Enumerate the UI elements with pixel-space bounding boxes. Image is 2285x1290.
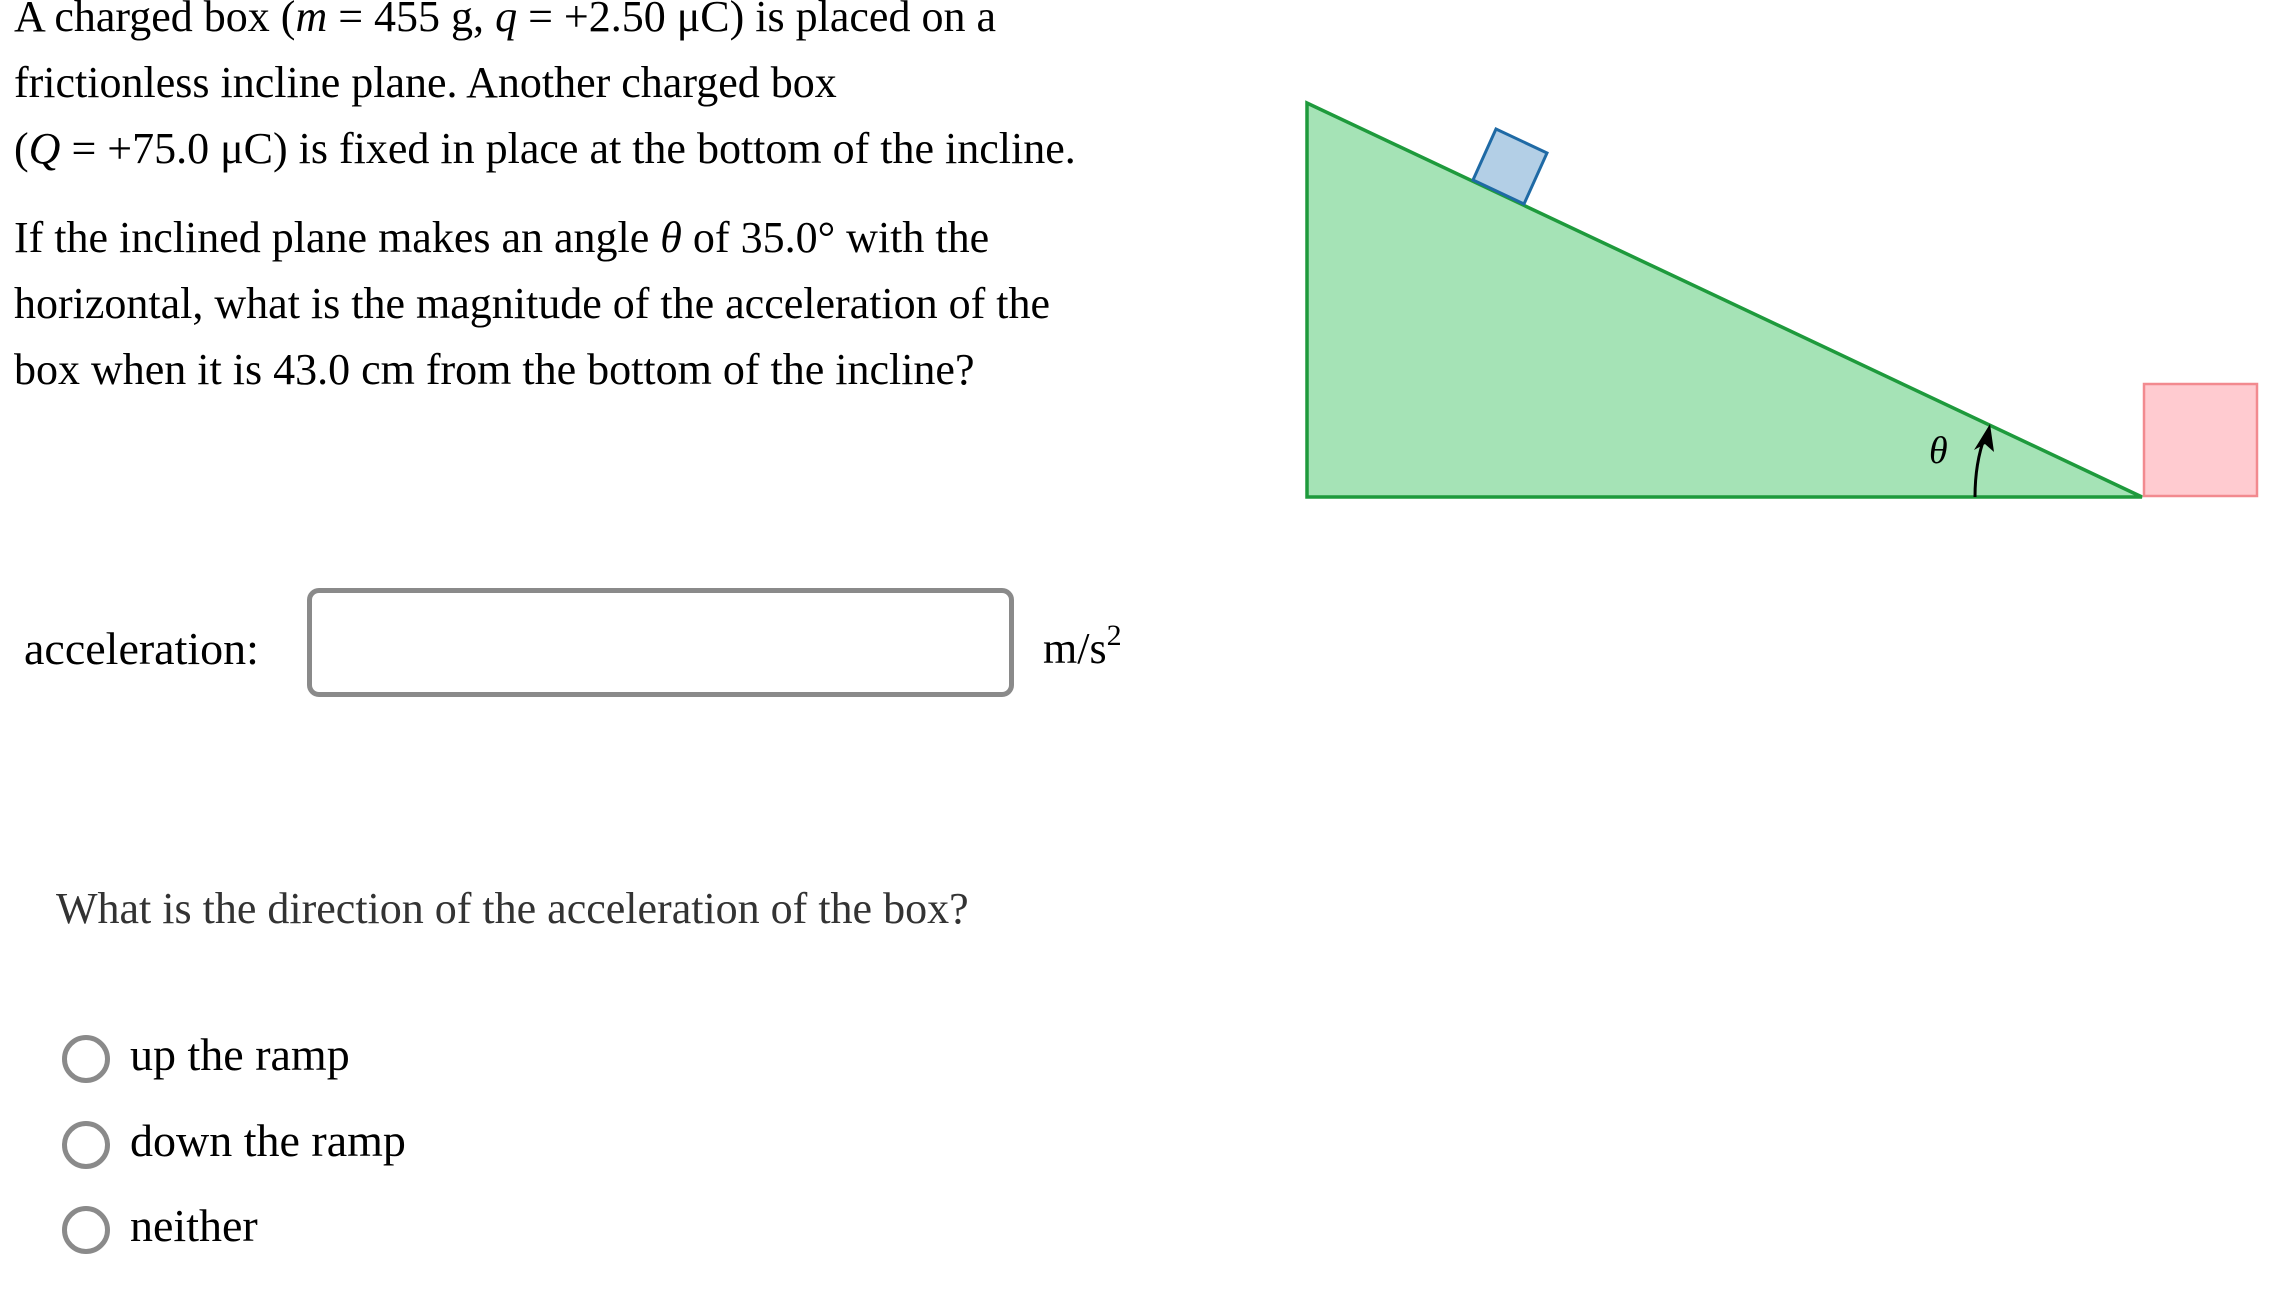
option-down-the-ramp[interactable]: down the ramp: [62, 1114, 406, 1202]
text-run: box when it is 43.0 cm from the bottom o…: [14, 345, 975, 394]
math-variable: q: [495, 0, 518, 41]
math-variable: Q: [28, 124, 61, 173]
math-variable: m: [295, 0, 328, 41]
charged-box-on-incline: [1471, 126, 1549, 207]
text-run: = 455 g,: [327, 0, 496, 41]
fixed-charged-box: [2142, 382, 2259, 498]
text-line: horizontal, what is the magnitude of the…: [14, 271, 1194, 337]
option-label[interactable]: down the ramp: [130, 1114, 406, 1168]
option-up-the-ramp[interactable]: up the ramp: [62, 1028, 406, 1116]
problem-paragraph-2: If the inclined plane makes an angle θ o…: [14, 205, 1194, 403]
text-run: If the inclined plane makes an angle: [14, 213, 661, 262]
option-label[interactable]: neither: [130, 1199, 258, 1253]
text-line: box when it is 43.0 cm from the bottom o…: [14, 337, 1194, 403]
math-variable: θ: [660, 213, 682, 262]
acceleration-unit: m/s2: [1043, 619, 1122, 676]
problem-paragraph-1: A charged box (m = 455 g, q = +2.50 μC) …: [14, 0, 1194, 182]
direction-question: What is the direction of the acceleratio…: [56, 884, 969, 933]
unit-exponent: 2: [1106, 619, 1122, 652]
radio-button-icon[interactable]: [62, 1120, 110, 1169]
text-run: frictionless incline plane. Another char…: [14, 58, 837, 107]
angle-arrow-icon: [1973, 435, 1987, 498]
text-line: If the inclined plane makes an angle θ o…: [14, 205, 1194, 271]
option-neither[interactable]: neither: [62, 1199, 406, 1287]
text-line: (Q = +75.0 μC) is fixed in place at the …: [14, 116, 1194, 182]
text-run: (: [14, 124, 29, 173]
radio-button-icon[interactable]: [62, 1035, 110, 1083]
text-run: A charged box (: [14, 0, 296, 41]
unit-base: m/s: [1043, 624, 1107, 673]
text-run: = +2.50 μC) is placed on a: [517, 0, 996, 41]
incline-plane: [1305, 100, 2143, 499]
direction-options: up the ramp down the ramp neither: [62, 1028, 406, 1287]
acceleration-label: acceleration:: [24, 623, 259, 674]
text-run: horizontal, what is the magnitude of the…: [14, 279, 1051, 328]
text-line: frictionless incline plane. Another char…: [14, 50, 1194, 116]
radio-button-icon[interactable]: [62, 1206, 110, 1254]
text-line: A charged box (m = 455 g, q = +2.50 μC) …: [14, 0, 1194, 50]
angle-theta-label: θ: [1929, 430, 1948, 472]
option-label[interactable]: up the ramp: [130, 1028, 350, 1082]
text-run: of 35.0° with the: [681, 213, 990, 262]
text-run: = +75.0 μC) is fixed in place at the bot…: [60, 124, 1076, 173]
acceleration-input[interactable]: [307, 588, 1014, 697]
arrowhead-icon: [1974, 424, 1994, 452]
